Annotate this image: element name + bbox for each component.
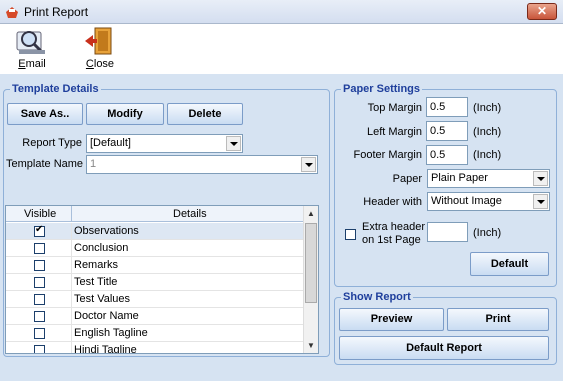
left-margin-input[interactable] <box>426 121 468 141</box>
paper-settings-title: Paper Settings <box>341 83 423 95</box>
chevron-down-icon[interactable] <box>533 194 548 209</box>
extra-header-checkbox[interactable] <box>345 229 356 240</box>
column-header-visible[interactable]: Visible <box>24 208 56 220</box>
report-type-select[interactable]: [Default] <box>86 134 243 153</box>
visible-checkbox[interactable] <box>34 328 45 339</box>
email-button[interactable]: Email <box>12 26 52 70</box>
print-button[interactable]: Print <box>447 308 549 331</box>
paper-select[interactable]: Plain Paper <box>427 169 550 188</box>
row-details-label: Test Title <box>74 276 118 288</box>
visible-checkbox[interactable] <box>34 260 45 271</box>
header-with-select[interactable]: Without Image <box>427 192 550 211</box>
report-type-value: [Default] <box>90 137 131 149</box>
title-bar: Print Report ✕ <box>0 0 563 24</box>
chevron-down-icon[interactable] <box>301 157 316 172</box>
table-row[interactable]: Doctor Name <box>6 308 304 325</box>
scroll-up-icon[interactable]: ▲ <box>304 206 318 221</box>
table-row[interactable]: Observations <box>6 223 304 240</box>
visible-checkbox[interactable] <box>34 345 45 353</box>
paper-value: Plain Paper <box>431 172 488 184</box>
scroll-thumb[interactable] <box>305 223 317 303</box>
close-label: Close <box>85 58 115 70</box>
email-label: Email <box>18 58 46 70</box>
footer-margin-unit: (Inch) <box>473 149 502 161</box>
close-button[interactable]: Close <box>80 26 120 70</box>
top-margin-input[interactable] <box>426 97 468 117</box>
table-row[interactable]: Remarks <box>6 257 304 274</box>
visible-checkbox[interactable] <box>34 224 45 237</box>
chevron-down-icon[interactable] <box>533 171 548 186</box>
window-title: Print Report <box>24 5 89 19</box>
grid-header: Visible Details <box>6 206 304 222</box>
modify-button[interactable]: Modify <box>86 103 164 125</box>
template-name-label: Template Name <box>6 158 84 170</box>
header-with-value: Without Image <box>431 195 502 207</box>
visible-checkbox[interactable] <box>34 294 45 305</box>
footer-margin-label: Footer Margin <box>353 149 422 161</box>
details-grid: Visible Details Observations Conclusion Re… <box>5 205 319 354</box>
show-report-title: Show Report <box>341 291 413 303</box>
row-details-label: Remarks <box>74 259 119 271</box>
row-details-label: Test Values <box>74 293 131 305</box>
template-name-value: 1 <box>90 158 97 170</box>
preview-button[interactable]: Preview <box>339 308 444 331</box>
left-margin-unit: (Inch) <box>473 126 502 138</box>
printer-app-icon <box>6 7 18 18</box>
extra-header-label-line1: Extra header <box>362 221 425 233</box>
template-name-select[interactable]: 1 <box>86 155 318 174</box>
header-with-label: Header with <box>363 196 422 208</box>
row-details-label: Hindi Tagline <box>74 344 137 354</box>
table-row[interactable]: English Tagline <box>6 325 304 342</box>
scroll-down-icon[interactable]: ▼ <box>304 338 318 353</box>
paper-label: Paper <box>392 173 422 185</box>
extra-header-label-line2: on 1st Page <box>362 234 421 246</box>
table-row[interactable]: Test Title <box>6 274 304 291</box>
table-row[interactable]: Test Values <box>6 291 304 308</box>
report-type-label: Report Type <box>22 137 82 149</box>
default-report-button[interactable]: Default Report <box>339 336 549 360</box>
extra-header-input[interactable] <box>427 222 468 242</box>
default-button[interactable]: Default <box>470 252 549 276</box>
template-details-title: Template Details <box>10 83 101 95</box>
row-details-label: Observations <box>74 225 139 237</box>
column-header-details[interactable]: Details <box>173 208 207 220</box>
visible-checkbox[interactable] <box>34 243 45 254</box>
email-icon <box>16 31 45 54</box>
visible-checkbox[interactable] <box>34 277 45 288</box>
delete-button[interactable]: Delete <box>167 103 243 125</box>
toolbar: Email Close <box>0 24 563 74</box>
row-details-label: Conclusion <box>74 242 129 254</box>
window-close-button[interactable]: ✕ <box>527 3 557 20</box>
top-margin-label: Top Margin <box>367 102 422 114</box>
grid-scrollbar[interactable]: ▲ ▼ <box>303 206 318 353</box>
top-margin-unit: (Inch) <box>473 102 502 114</box>
save-as-button[interactable]: Save As.. <box>7 103 83 125</box>
chevron-down-icon[interactable] <box>226 136 241 151</box>
footer-margin-input[interactable] <box>426 145 468 165</box>
row-details-label: English Tagline <box>74 327 148 339</box>
table-row[interactable]: Conclusion <box>6 240 304 257</box>
table-row[interactable]: Hindi Tagline <box>6 342 304 354</box>
close-door-icon <box>85 27 112 55</box>
visible-checkbox[interactable] <box>34 311 45 322</box>
left-margin-label: Left Margin <box>366 126 422 138</box>
row-details-label: Doctor Name <box>74 310 139 322</box>
extra-header-unit: (Inch) <box>473 227 502 239</box>
